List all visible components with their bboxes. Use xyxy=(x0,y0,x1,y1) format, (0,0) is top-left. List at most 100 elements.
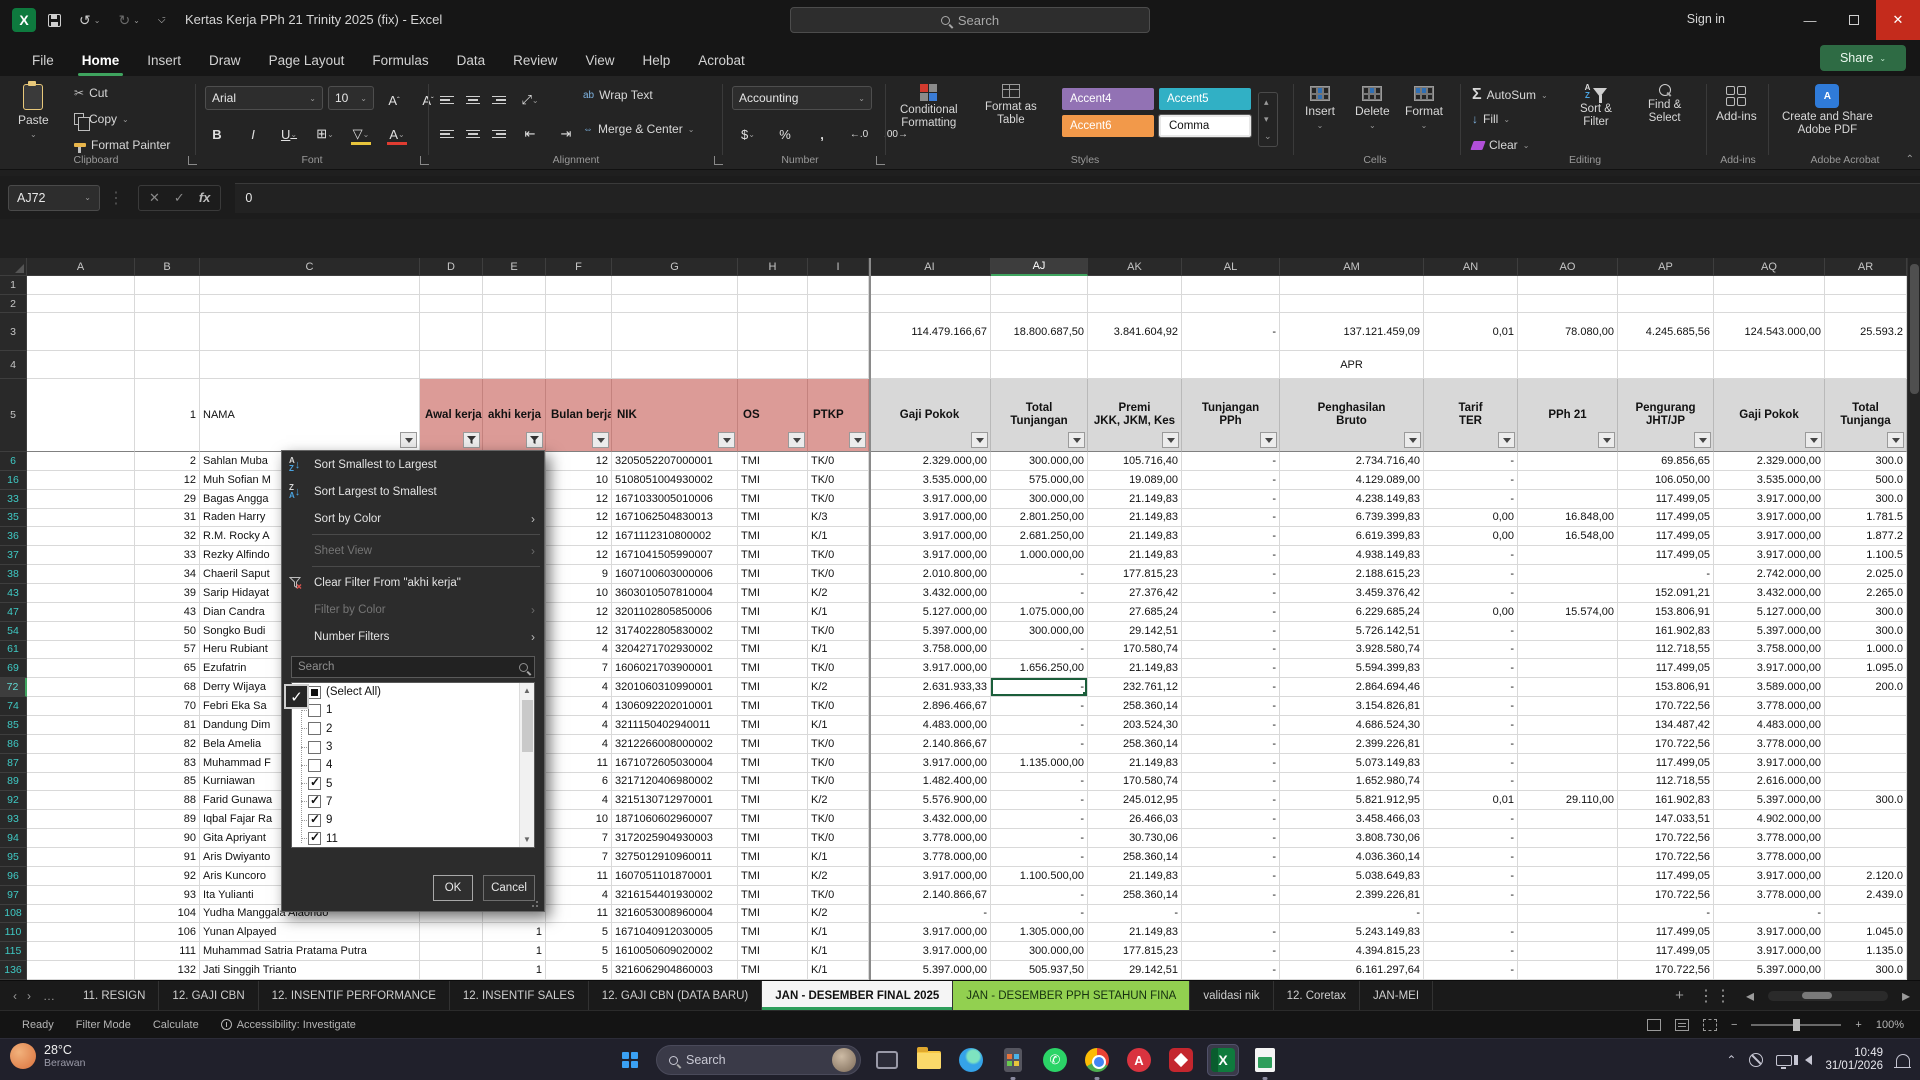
cell-AM[interactable]: 137.121.459,09 xyxy=(1280,313,1424,351)
cell-B95[interactable]: 91 xyxy=(135,847,200,867)
cell-F74[interactable]: 4 xyxy=(546,697,612,716)
taskbar-phone-link-icon[interactable] xyxy=(997,1044,1029,1080)
cell-I37[interactable]: TK/0 xyxy=(808,546,869,566)
align-center-icon[interactable] xyxy=(466,129,480,139)
cell-AO16[interactable] xyxy=(1518,470,1618,490)
cell-AN108[interactable] xyxy=(1424,904,1518,924)
cell-AN69[interactable]: - xyxy=(1424,659,1518,679)
cell-AQ110[interactable]: 3.917.000,00 xyxy=(1714,923,1825,943)
ribbon-tab-acrobat[interactable]: Acrobat xyxy=(684,45,759,76)
cell-AK108[interactable]: - xyxy=(1088,904,1182,924)
cell-I96[interactable]: K/2 xyxy=(808,866,869,886)
cell-G85[interactable]: 3211150402940011 xyxy=(612,715,738,735)
cell-AI36[interactable]: 3.917.000,00 xyxy=(869,527,991,547)
cell-AM96[interactable]: 5.038.649,83 xyxy=(1280,866,1424,886)
copy-button[interactable]: Copy ⌄ xyxy=(74,112,129,131)
cell-H85[interactable]: TMI xyxy=(738,715,808,735)
cell-AO97[interactable] xyxy=(1518,885,1618,905)
cell-E115[interactable]: 1 xyxy=(483,942,546,962)
cell-H47[interactable]: TMI xyxy=(738,602,808,622)
cell-AQ93[interactable]: 4.902.000,00 xyxy=(1714,810,1825,830)
column-header-AK[interactable]: AK xyxy=(1088,258,1182,276)
cell-I[interactable] xyxy=(808,295,869,313)
sheet-tab-jan-mei[interactable]: JAN-MEI xyxy=(1360,981,1434,1010)
cell-AO89[interactable] xyxy=(1518,772,1618,792)
cell-AM6[interactable]: 2.734.716,40 xyxy=(1280,452,1424,471)
cell-AQ[interactable] xyxy=(1714,295,1825,313)
cell-AI33[interactable]: 3.917.000,00 xyxy=(869,489,991,509)
cell-AR37[interactable]: 1.100.5 xyxy=(1825,546,1907,566)
row-header-38[interactable]: 38 xyxy=(0,565,27,584)
filter-value-9[interactable]: 9 xyxy=(292,811,534,829)
cell-C[interactable] xyxy=(200,313,420,351)
cell-F86[interactable]: 4 xyxy=(546,734,612,754)
cell-AI74[interactable]: 2.896.466,67 xyxy=(869,697,991,716)
cell-B54[interactable]: 50 xyxy=(135,621,200,641)
cell-AI86[interactable]: 2.140.866,67 xyxy=(869,734,991,754)
cell-F110[interactable]: 5 xyxy=(546,923,612,943)
cell-F72[interactable]: 4 xyxy=(546,678,612,698)
cell-A92[interactable] xyxy=(27,791,135,811)
cell-A38[interactable] xyxy=(27,565,135,584)
cell-AO108[interactable] xyxy=(1518,904,1618,924)
cell-AR96[interactable]: 2.120.0 xyxy=(1825,866,1907,886)
cell-H33[interactable]: TMI xyxy=(738,489,808,509)
cell-AP96[interactable]: 117.499,05 xyxy=(1618,866,1714,886)
cell-AK92[interactable]: 245.012,95 xyxy=(1088,791,1182,811)
cell-AM108[interactable]: - xyxy=(1280,904,1424,924)
cell-I92[interactable]: K/2 xyxy=(808,791,869,811)
cell-AJ89[interactable]: - xyxy=(991,772,1088,792)
column-header-I[interactable]: I xyxy=(808,258,869,276)
column-header-AP[interactable]: AP xyxy=(1618,258,1714,276)
cell-AI61[interactable]: 3.758.000,00 xyxy=(869,640,991,660)
cancel-entry-button[interactable]: ✕ xyxy=(149,190,160,206)
volume-icon[interactable] xyxy=(1794,1055,1813,1065)
vertical-scrollbar-thumb[interactable] xyxy=(1910,264,1919,394)
filter-list-scrollbar[interactable]: ▲ ▼ xyxy=(519,683,534,847)
cell-AN[interactable] xyxy=(1424,351,1518,379)
cell-AL108[interactable] xyxy=(1182,904,1280,924)
cell-AJ115[interactable]: 300.000,00 xyxy=(991,942,1088,962)
cell-AK87[interactable]: 21.149,83 xyxy=(1088,753,1182,773)
cell-AN97[interactable]: - xyxy=(1424,885,1518,905)
sheet-tab-11-resign[interactable]: 11. RESIGN xyxy=(70,981,160,1010)
filter-dropdown-button-I[interactable] xyxy=(849,432,866,448)
cell-I108[interactable]: K/2 xyxy=(808,904,869,924)
cell-AR54[interactable]: 300.0 xyxy=(1825,621,1907,641)
cell-AJ85[interactable]: - xyxy=(991,715,1088,735)
delete-cells-button[interactable]: Delete ⌄ xyxy=(1355,86,1390,130)
cell-AL69[interactable]: - xyxy=(1182,659,1280,679)
cell-H92[interactable]: TMI xyxy=(738,791,808,811)
cell-AK6[interactable]: 105.716,40 xyxy=(1088,452,1182,471)
ribbon-tab-file[interactable]: File xyxy=(18,45,68,76)
cell-I87[interactable]: TK/0 xyxy=(808,753,869,773)
cell-AJ86[interactable]: - xyxy=(991,734,1088,754)
filter-value-7[interactable]: 7 xyxy=(292,793,534,811)
cell-AQ69[interactable]: 3.917.000,00 xyxy=(1714,659,1825,679)
checkbox-4[interactable] xyxy=(308,758,321,772)
cell-I[interactable] xyxy=(808,351,869,379)
cell-AM95[interactable]: 4.036.360,14 xyxy=(1280,847,1424,867)
column-header-A[interactable]: A xyxy=(27,258,135,276)
cell-C[interactable] xyxy=(200,276,420,295)
cell-AJ94[interactable]: - xyxy=(991,829,1088,848)
cell-AL94[interactable]: - xyxy=(1182,829,1280,848)
cell-AJ6[interactable]: 300.000,00 xyxy=(991,452,1088,471)
cell-H43[interactable]: TMI xyxy=(738,583,808,603)
checkbox-11[interactable] xyxy=(308,830,321,846)
cell-AM86[interactable]: 2.399.226,81 xyxy=(1280,734,1424,754)
cell-AQ136[interactable]: 5.397.000,00 xyxy=(1714,961,1825,980)
cell-A16[interactable] xyxy=(27,470,135,490)
cell-H[interactable] xyxy=(738,295,808,313)
cell-AL96[interactable]: - xyxy=(1182,866,1280,886)
row-header-87[interactable]: 87 xyxy=(0,753,27,773)
cell-B94[interactable]: 90 xyxy=(135,829,200,848)
cell-I61[interactable]: K/1 xyxy=(808,640,869,660)
checkbox-2[interactable] xyxy=(308,722,321,736)
cell-AR[interactable]: Total Tunjanga xyxy=(1825,379,1907,452)
row-header-72[interactable]: 72 xyxy=(0,678,27,698)
cell-AP37[interactable]: 117.499,05 xyxy=(1618,546,1714,566)
format-painter-button[interactable]: Format Painter xyxy=(74,138,170,153)
row-header-33[interactable]: 33 xyxy=(0,489,27,509)
cell-A69[interactable] xyxy=(27,659,135,679)
